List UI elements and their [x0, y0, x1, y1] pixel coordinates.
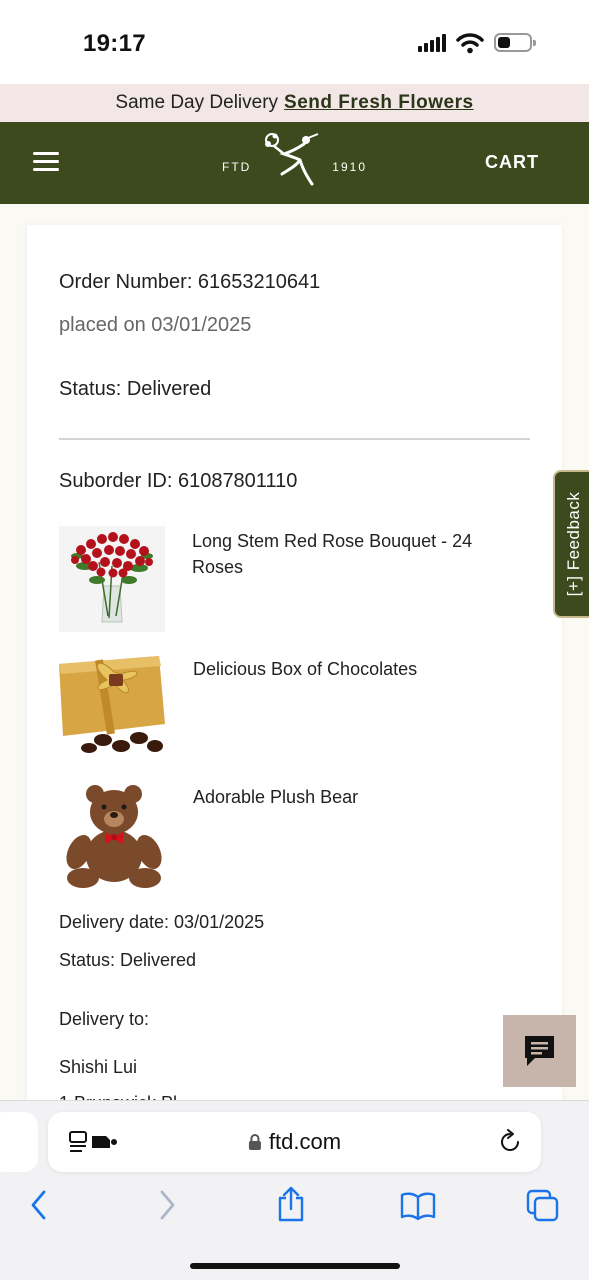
plush-bear-image: [59, 782, 165, 888]
bookmarks-icon[interactable]: [400, 1191, 436, 1221]
status-bar: 19:17: [0, 0, 589, 84]
feedback-tab[interactable]: [+] Feedback: [553, 470, 589, 618]
address-bar[interactable]: ftd.com: [48, 1112, 541, 1172]
cart-button[interactable]: CART: [485, 152, 539, 173]
previous-tab-preview[interactable]: [0, 1112, 38, 1172]
chat-button[interactable]: [503, 1015, 576, 1087]
battery-icon: [494, 33, 536, 52]
order-details-card: Order Number: 61653210641 placed on 03/0…: [27, 225, 562, 1125]
item-name[interactable]: Adorable Plush Bear: [193, 784, 523, 810]
logo-ftd-text: FTD: [222, 160, 252, 174]
order-status: Status: Delivered: [59, 378, 212, 400]
item-name[interactable]: Long Stem Red Rose Bouquet - 24 Roses: [192, 528, 522, 580]
plus-box-icon: [+]: [564, 575, 583, 597]
forward-icon[interactable]: [156, 1189, 178, 1221]
suborder-status: Status: Delivered: [59, 950, 197, 970]
divider: [59, 438, 530, 440]
order-number: Order Number: 61653210641: [59, 271, 321, 293]
cellular-signal-icon: [418, 34, 448, 52]
order-placed-date: placed on 03/01/2025: [59, 314, 252, 336]
browser-toolbar: ftd.com: [0, 1100, 589, 1280]
share-icon[interactable]: [276, 1185, 306, 1223]
logo-year-text: 1910: [332, 160, 367, 174]
delivery-to-label: Delivery to:: [59, 1009, 150, 1029]
page-menu-icon[interactable]: [68, 1130, 120, 1154]
send-fresh-flowers-link[interactable]: Send Fresh Flowers: [284, 92, 474, 114]
feedback-label: [+] Feedback: [564, 491, 583, 597]
url-text: ftd.com: [268, 1129, 342, 1154]
promo-text: Same Day Delivery: [115, 92, 279, 113]
lock-icon: [248, 1134, 261, 1150]
url-display: ftd.com: [248, 1129, 341, 1155]
reload-icon[interactable]: [497, 1129, 523, 1155]
hamburger-menu-icon[interactable]: [33, 152, 59, 172]
recipient-name: Shishi Lui: [59, 1057, 138, 1077]
delivery-date: Delivery date: 03/01/2025: [59, 912, 265, 932]
chocolate-box-image: [59, 654, 165, 760]
suborder-id: Suborder ID: 61087801110: [59, 470, 298, 492]
tabs-icon[interactable]: [526, 1189, 560, 1223]
item-name[interactable]: Delicious Box of Chocolates: [193, 656, 523, 682]
promo-banner: Same Day Delivery Send Fresh Flowers: [0, 84, 589, 122]
back-icon[interactable]: [28, 1189, 50, 1221]
site-header: FTD 1910 CART: [0, 122, 589, 204]
home-indicator: [190, 1263, 400, 1269]
red-roses-image: [59, 526, 165, 632]
ftd-logo[interactable]: FTD 1910: [222, 130, 367, 196]
wifi-icon: [456, 33, 484, 54]
chat-bubble-icon: [525, 1036, 554, 1066]
clock: 19:17: [83, 30, 146, 57]
mercury-man-icon: [265, 133, 319, 186]
